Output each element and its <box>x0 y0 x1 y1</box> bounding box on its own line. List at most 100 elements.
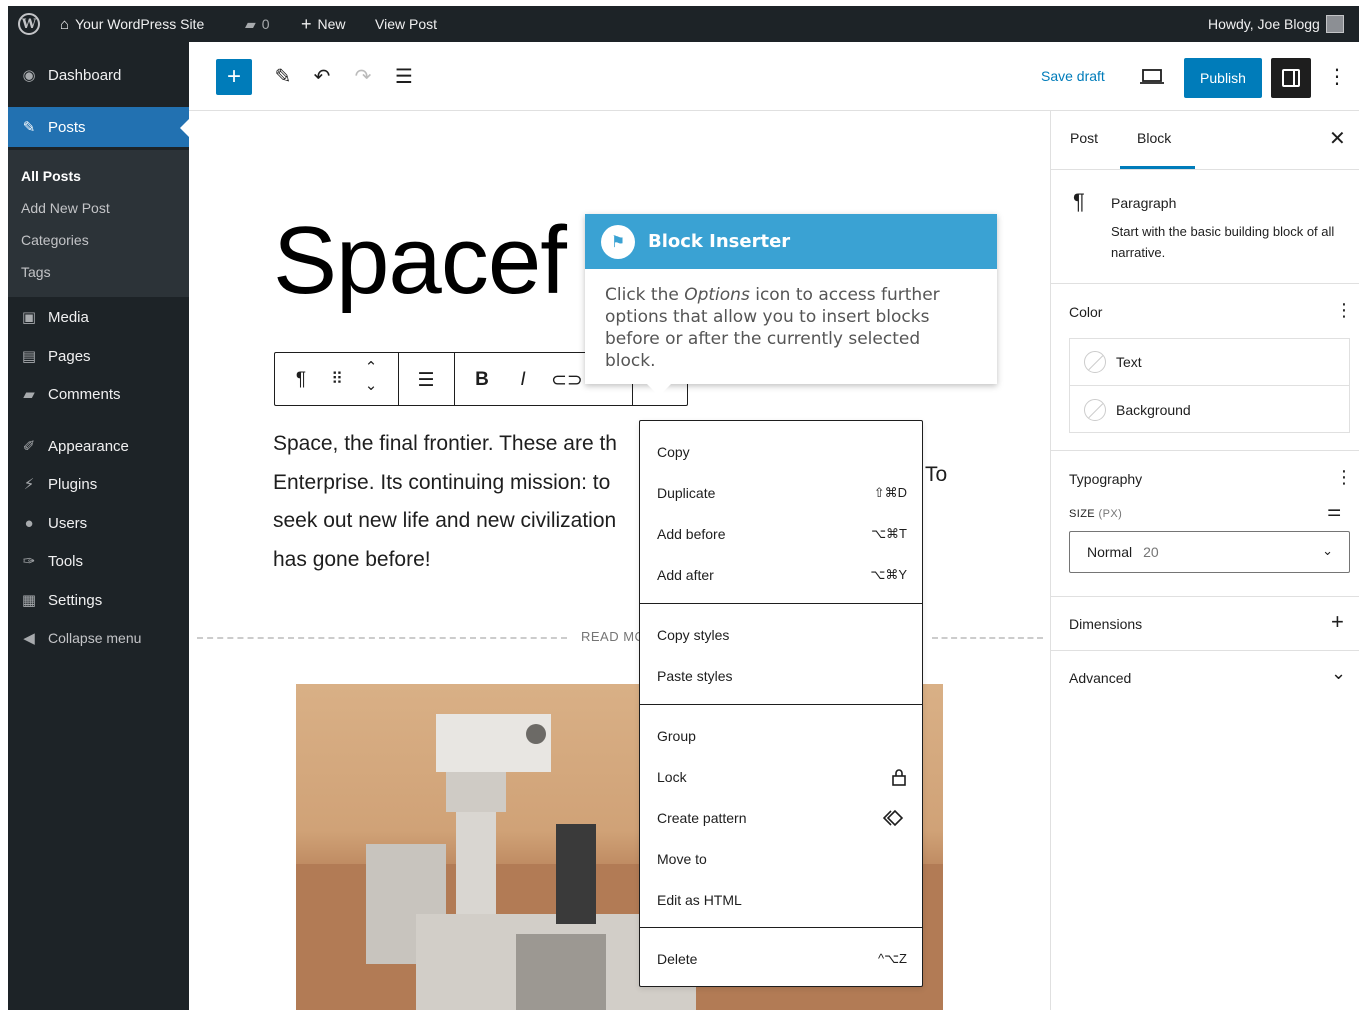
sidebar-item-settings[interactable]: ▦ Settings <box>8 581 189 619</box>
chevron-down-icon: ⌄ <box>1322 543 1333 558</box>
font-size-select[interactable]: Normal 20 ⌄ <box>1069 531 1350 573</box>
advanced-toggle[interactable]: ⌄ <box>1331 663 1346 684</box>
brush-icon: ✐ <box>22 438 36 455</box>
block-type-button[interactable]: ¶ <box>289 369 313 391</box>
menu-item-move-to[interactable]: Move to <box>657 847 907 871</box>
menu-item-label: Copy <box>657 444 690 460</box>
size-label-text: SIZE <box>1069 508 1096 520</box>
link-button[interactable]: ⊂⊃ <box>551 369 583 392</box>
sidebar-item-label: Posts <box>48 118 86 136</box>
sidebar-item-comments[interactable]: ▰ Comments <box>8 375 189 413</box>
sidebar-icon <box>1282 69 1300 87</box>
submenu-tags[interactable]: Tags <box>21 264 51 280</box>
empty-swatch-icon <box>1084 398 1106 421</box>
menu-item-group[interactable]: Group <box>657 724 907 748</box>
align-button[interactable]: ☰ <box>414 369 438 392</box>
sidebar-item-pages[interactable]: ▤ Pages <box>8 337 189 375</box>
sidebar-collapse-menu[interactable]: ◀ Collapse menu <box>8 619 189 657</box>
tools-button[interactable]: ✎ <box>270 64 296 89</box>
color-panel-title[interactable]: Color <box>1069 304 1102 320</box>
sidebar-item-users[interactable]: ● Users <box>8 504 189 542</box>
new-content-link[interactable]: + New <box>301 6 346 42</box>
media-icon: ▣ <box>21 309 37 326</box>
advanced-panel-title[interactable]: Advanced <box>1069 670 1131 686</box>
save-draft-button[interactable]: Save draft <box>1041 68 1105 84</box>
settings-toggle-button[interactable] <box>1271 58 1311 98</box>
divider <box>1051 169 1359 170</box>
flag-icon: ⚑ <box>601 225 635 259</box>
typography-options-button[interactable]: ⋮ <box>1335 467 1353 488</box>
menu-item-copy-styles[interactable]: Copy styles <box>657 623 907 647</box>
menu-item-paste-styles[interactable]: Paste styles <box>657 664 907 688</box>
sidebar-item-label: Users <box>48 514 88 532</box>
menu-item-duplicate[interactable]: Duplicate ⇧⌘D <box>657 481 907 505</box>
redo-button[interactable]: ↷ <box>350 64 376 89</box>
menu-item-label: Paste styles <box>657 668 733 684</box>
italic-button[interactable]: I <box>511 369 535 391</box>
tab-block[interactable]: Block <box>1137 130 1171 146</box>
menu-item-create-pattern[interactable]: Create pattern <box>657 806 907 830</box>
shortcut: ^⌥Z <box>877 951 907 966</box>
drag-handle[interactable]: ⠿ <box>325 369 349 389</box>
typography-panel-title[interactable]: Typography <box>1069 471 1142 487</box>
comment-icon: ▰ <box>245 15 256 32</box>
plus-icon: + <box>226 63 241 90</box>
preview-button[interactable] <box>1139 68 1165 86</box>
sidebar-item-posts[interactable]: ✎ Posts <box>8 107 189 147</box>
sidebar-item-plugins[interactable]: ⚡ Plugins <box>8 465 189 503</box>
close-settings-button[interactable]: ✕ <box>1329 126 1346 151</box>
dimensions-add-button[interactable]: + <box>1331 609 1344 635</box>
dimensions-panel-title[interactable]: Dimensions <box>1069 616 1142 632</box>
color-controls: Text Background <box>1069 338 1350 433</box>
align-icon: ☰ <box>417 370 435 391</box>
sidebar-item-media[interactable]: ▣ Media <box>8 298 189 336</box>
guide-text: Click the <box>605 285 685 305</box>
bold-button[interactable]: B <box>470 369 494 391</box>
text-color-control[interactable]: Text <box>1070 339 1349 386</box>
close-icon: ✕ <box>1329 128 1346 150</box>
move-buttons[interactable]: ⌃ ⌄ <box>359 359 383 395</box>
comments-link[interactable]: ▰ 0 <box>245 6 270 42</box>
menu-item-label: Add after <box>657 567 714 583</box>
document-overview-button[interactable]: ☰ <box>391 64 417 89</box>
menu-item-add-after[interactable]: Add after ⌥⌘Y <box>657 563 907 587</box>
tab-post[interactable]: Post <box>1070 130 1098 146</box>
guide-body: Click the Options icon to access further… <box>605 284 975 372</box>
drag-icon: ⠿ <box>331 371 343 388</box>
submenu-categories[interactable]: Categories <box>21 232 89 248</box>
undo-button[interactable]: ↶ <box>309 64 335 89</box>
menu-item-edit-as-html[interactable]: Edit as HTML <box>657 888 907 912</box>
block-inspector: Post Block ✕ ¶ Paragraph Start with the … <box>1050 111 1359 1010</box>
view-post-link[interactable]: View Post <box>375 6 437 42</box>
list-view-icon: ☰ <box>395 66 413 88</box>
menu-item-lock[interactable]: Lock <box>657 765 907 789</box>
account-menu[interactable]: Howdy, Joe Blogg <box>1208 6 1344 42</box>
menu-item-copy[interactable]: Copy <box>657 440 907 464</box>
menu-divider <box>640 704 922 705</box>
size-unit: (PX) <box>1098 508 1123 520</box>
sidebar-item-appearance[interactable]: ✐ Appearance <box>8 427 189 465</box>
guide-pointer <box>647 384 671 396</box>
redo-icon: ↷ <box>354 66 372 88</box>
lock-icon <box>892 769 906 786</box>
sidebar-item-dashboard[interactable]: ◉ Dashboard <box>8 56 189 94</box>
color-options-button[interactable]: ⋮ <box>1335 300 1353 321</box>
chevron-down-icon: ⌄ <box>1331 663 1347 683</box>
custom-size-toggle[interactable]: ⚌ <box>1327 501 1341 521</box>
options-button[interactable]: ⋮ <box>1327 64 1347 89</box>
block-inserter-button[interactable]: + <box>216 59 252 95</box>
kebab-icon: ⋮ <box>1335 467 1353 487</box>
site-name-link[interactable]: ⌂ Your WordPress Site <box>60 6 204 42</box>
background-color-control[interactable]: Background <box>1070 386 1349 433</box>
submenu-add-new-post[interactable]: Add New Post <box>21 200 110 216</box>
publish-button[interactable]: Publish <box>1184 58 1262 98</box>
menu-item-delete[interactable]: Delete ^⌥Z <box>657 947 907 971</box>
sidebar-item-label: Comments <box>48 385 121 403</box>
block-options-menu: Copy Duplicate ⇧⌘D Add before ⌥⌘T Add af… <box>639 420 923 987</box>
comment-icon: ▰ <box>23 386 35 403</box>
menu-item-add-before[interactable]: Add before ⌥⌘T <box>657 522 907 546</box>
submenu-all-posts[interactable]: All Posts <box>21 168 81 184</box>
wordpress-logo-button[interactable]: W <box>18 6 40 42</box>
sidebar-item-tools[interactable]: ✑ Tools <box>8 542 189 580</box>
post-title[interactable]: Spacef <box>273 206 567 316</box>
